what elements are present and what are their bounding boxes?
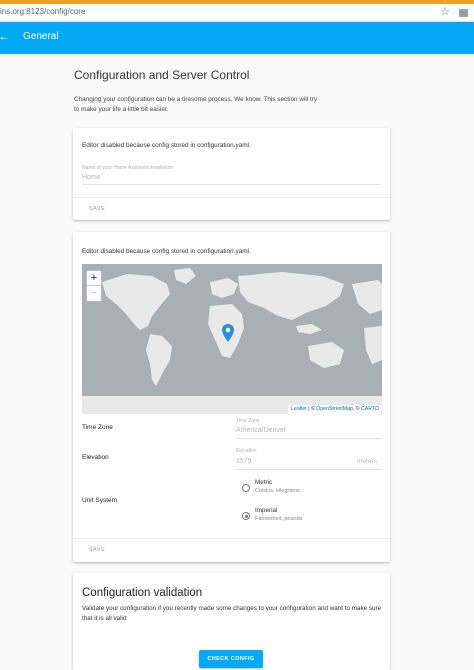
star-outline-icon[interactable]: ☆: [440, 5, 450, 18]
attribution-separator: | ©: [306, 406, 317, 412]
location-card: Editor disabled because config stored in…: [73, 232, 390, 562]
map-marker-icon[interactable]: [222, 324, 234, 342]
time-zone-label: Time Zone: [82, 424, 113, 431]
radio-selected-dot: [244, 514, 248, 518]
metric-option-title[interactable]: Metric: [255, 479, 272, 486]
editor-disabled-notice: Editor disabled because config stored in…: [82, 142, 251, 149]
zoom-in-button[interactable]: +: [87, 271, 101, 286]
url-text[interactable]: ins.org:8123/config/core: [0, 7, 85, 16]
arrow-left-icon[interactable]: ←: [0, 29, 10, 43]
map-attribution: Leaflet | © OpenStreetMap, © CARTO: [288, 405, 382, 414]
location-map[interactable]: + − Leaflet | © OpenStreetMap, © CARTO: [82, 264, 382, 414]
unit-system-label: Unit System: [82, 497, 118, 504]
carto-link[interactable]: CARTO: [361, 406, 379, 412]
cast-icon[interactable]: [459, 9, 468, 17]
zoom-control: + −: [86, 270, 102, 302]
elevation-input[interactable]: 1579: [236, 458, 252, 465]
time-zone-input[interactable]: America/Denver: [236, 427, 286, 434]
elevation-field-label: Elevation: [236, 448, 257, 454]
validation-description: Validate your configuration if you recen…: [82, 605, 382, 622]
elevation-label: Elevation: [82, 454, 109, 461]
elevation-underline: [236, 469, 382, 470]
metric-radio[interactable]: [242, 484, 250, 492]
time-zone-field-label: Time Zone: [236, 418, 260, 424]
save-button[interactable]: SAVE: [89, 206, 105, 212]
card-divider: [73, 197, 390, 198]
name-card: Editor disabled because config stored in…: [73, 128, 390, 220]
imperial-radio[interactable]: [242, 512, 250, 520]
name-field-label: Name of your Home Assistant installation: [82, 165, 174, 171]
leaflet-link[interactable]: Leaflet: [291, 406, 307, 412]
editor-disabled-notice: Editor disabled because config stored in…: [82, 248, 251, 255]
imperial-option-title[interactable]: Imperial: [255, 507, 277, 514]
save-button[interactable]: SAVE: [89, 547, 105, 553]
metric-option-subtitle: Celsius, kilograms: [255, 488, 300, 494]
name-input[interactable]: Home: [82, 174, 101, 181]
zoom-out-button[interactable]: −: [87, 286, 101, 301]
openstreetmap-link[interactable]: OpenStreetMap: [316, 406, 353, 412]
imperial-option-subtitle: Fahrenheit, pounds: [255, 516, 303, 522]
time-zone-underline: [236, 438, 382, 439]
check-config-button[interactable]: CHECK CONFIG: [199, 650, 263, 668]
validation-card: Configuration validation Validate your c…: [73, 573, 390, 670]
browser-address-bar[interactable]: ins.org:8123/config/core ☆: [0, 4, 474, 22]
page-title: General: [23, 31, 59, 42]
name-input-underline: [82, 184, 381, 185]
section-intro: Changing your configuration can be a tir…: [74, 96, 318, 113]
elevation-unit: meters: [357, 458, 377, 465]
validation-title: Configuration validation: [82, 587, 203, 599]
section-heading: Configuration and Server Control: [74, 68, 250, 82]
card-divider: [73, 538, 390, 539]
attribution-separator: , ©: [352, 406, 362, 412]
app-toolbar: ← General: [0, 22, 474, 54]
